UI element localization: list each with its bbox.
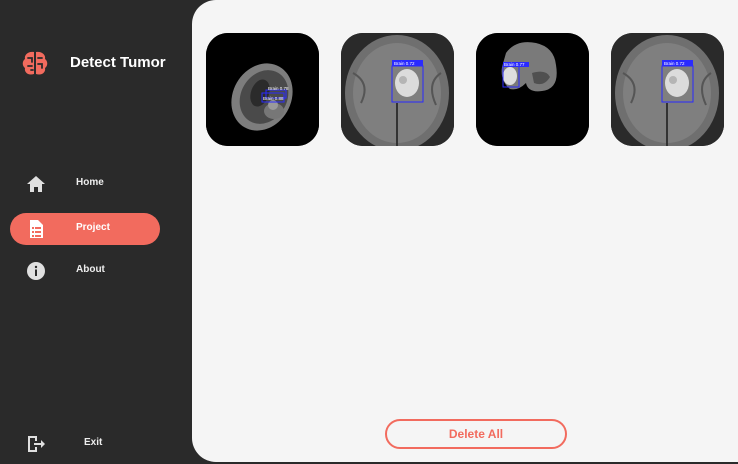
sidebar: Detect Tumor Home Project About Exit [0,0,192,464]
mri-scan-image: Brain 0.72 [611,33,724,146]
delete-all-button[interactable]: Delete All [385,419,567,449]
exit-icon [28,436,45,452]
home-icon [27,176,45,192]
brain-logo-icon [22,51,48,75]
sidebar-item-about[interactable]: About [10,255,160,287]
ct-scan-image: Brain 0.78 Brain 0.88 [206,33,319,146]
sidebar-item-project[interactable]: Project [10,213,160,245]
detection-label: Brain 0.72 [394,61,415,66]
sidebar-item-label: Home [76,177,104,188]
brain-mask-image: Brain 0.77 [476,33,589,146]
detection-label: Brain 0.72 [664,61,685,66]
brand: Detect Tumor [20,48,166,78]
mri-scan-image: Brain 0.72 [341,33,454,146]
result-image-thumbnail[interactable]: Brain 0.72 [611,33,724,146]
document-list-icon [30,220,43,238]
exit-label: Exit [84,437,103,448]
info-icon [27,262,45,280]
main-content: Brain 0.78 Brain 0.88 Brain 0.72 Brain 0… [192,0,738,462]
sidebar-item-label: About [76,264,105,275]
sidebar-item-home[interactable]: Home [10,168,160,200]
app-title: Detect Tumor [70,54,166,71]
sidebar-item-label: Project [76,222,110,233]
detection-label: Brain 0.77 [504,62,525,67]
detection-label: Brain 0.88 [263,96,284,101]
result-image-thumbnail[interactable]: Brain 0.72 [341,33,454,146]
exit-button[interactable]: Exit [10,428,160,460]
result-image-thumbnail[interactable]: Brain 0.78 Brain 0.88 [206,33,319,146]
detection-label: Brain 0.78 [268,86,289,91]
result-image-thumbnail[interactable]: Brain 0.77 [476,33,589,146]
